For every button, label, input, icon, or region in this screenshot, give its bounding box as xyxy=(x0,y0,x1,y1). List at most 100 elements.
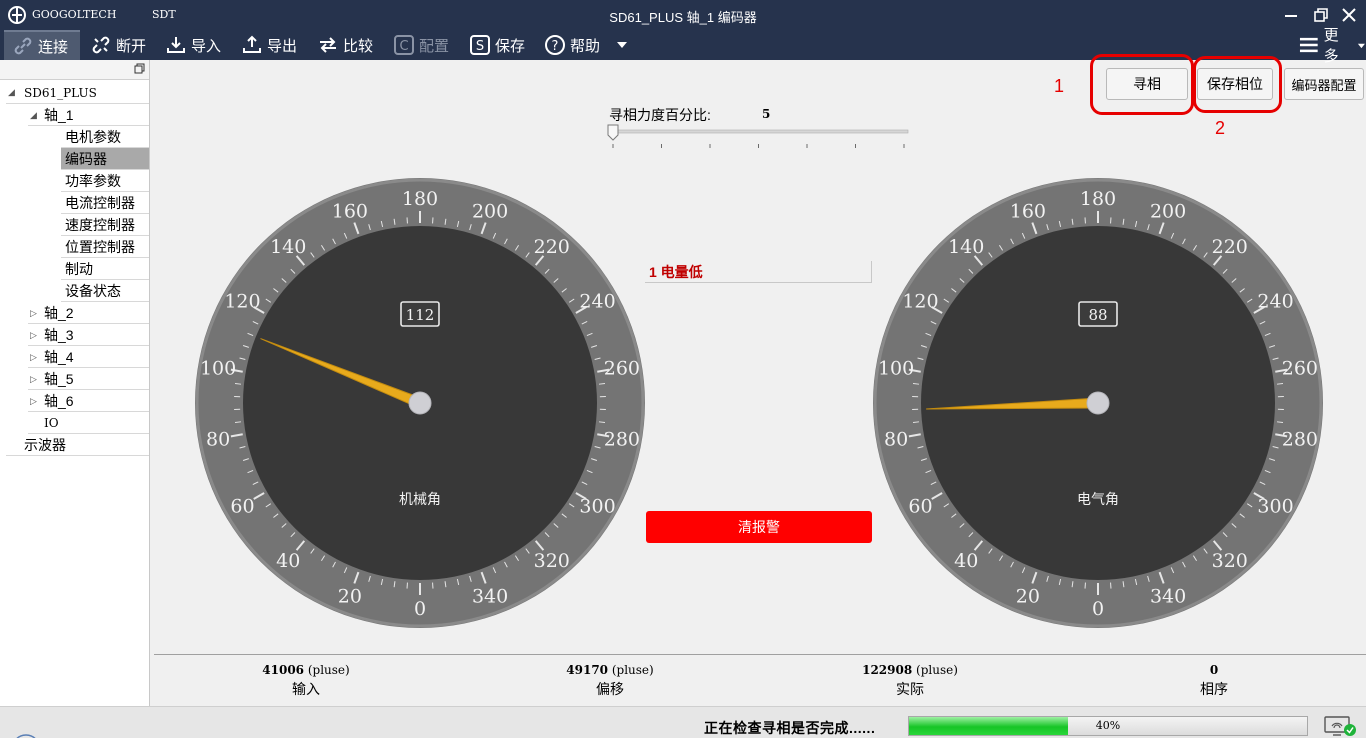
help-button[interactable]: ? 帮助 xyxy=(544,30,600,60)
gauge-scale-label: 60 xyxy=(908,496,932,518)
tree-label-axis1-child: 功率参数 xyxy=(65,173,121,189)
tree-item-axis-2[interactable]: ▷ 轴_2 xyxy=(28,302,149,324)
gauge-scale-label: 20 xyxy=(1016,586,1040,608)
tree-item-axis1-child[interactable]: 电机参数 xyxy=(61,126,149,148)
gauge-tick xyxy=(1276,421,1284,423)
config-label: 配置 xyxy=(419,37,450,55)
tree-item-axis1-child[interactable]: 编码器 xyxy=(61,148,149,170)
progress-text: 40% xyxy=(1095,719,1121,732)
float-panel-icon[interactable] xyxy=(134,63,145,74)
tree-item-sd61-plus[interactable]: ◢ SD61_PLUS xyxy=(6,82,149,104)
stat-actual-unit: (pluse) xyxy=(916,663,958,677)
network-status-icon[interactable] xyxy=(1323,715,1357,737)
gauge-tick xyxy=(912,421,920,423)
gauge-scale-label: 160 xyxy=(1010,200,1046,222)
gauge-scale-label: 60 xyxy=(230,496,254,518)
title-bar: GOOGOLTECH SDT SD61_PLUS 轴_1 编码器 xyxy=(0,0,1366,30)
connect-button[interactable]: 连接 xyxy=(4,30,80,60)
stat-phase-order: 0 相序 xyxy=(1134,663,1294,699)
tree-label-axis-4: 轴_4 xyxy=(44,349,74,365)
stat-offset-label: 偏移 xyxy=(596,681,624,697)
stat-phase-order-value: 0 xyxy=(1209,663,1219,677)
help-icon: ? xyxy=(545,35,565,55)
import-label: 导入 xyxy=(191,37,222,55)
stat-offset: 49170 (pluse) 偏移 xyxy=(530,663,690,699)
alarm-list-item: 1 电量低 xyxy=(645,261,872,283)
disconnect-button[interactable]: 断开 xyxy=(90,30,146,60)
gauge-scale-label: 260 xyxy=(1282,357,1318,379)
toolbar-dropdown-icon[interactable] xyxy=(616,39,628,51)
tree-label-root: SD61_PLUS xyxy=(24,86,97,100)
gauge-label: 电气角 xyxy=(1077,492,1119,508)
gauge-scale-label: 20 xyxy=(338,586,362,608)
stat-phase-order-label: 相序 xyxy=(1200,681,1228,697)
close-icon[interactable] xyxy=(1338,4,1360,26)
annotation-number-1: 1 xyxy=(1054,76,1065,96)
tree-label-axis1-child: 编码器 xyxy=(65,151,107,167)
phase-force-slider[interactable] xyxy=(606,122,912,150)
gauge-tick xyxy=(234,383,242,385)
gauge-label: 机械角 xyxy=(399,492,441,508)
gauge-tick xyxy=(598,383,606,385)
gauge-scale-label: 340 xyxy=(1150,586,1186,608)
phase-progress-bar: 40% xyxy=(908,716,1308,736)
tree-label-axis1-child: 电流控制器 xyxy=(65,195,135,211)
config-button[interactable]: C 配置 xyxy=(393,30,449,60)
compare-button[interactable]: 比较 xyxy=(317,30,373,60)
tree-item-axis1-child[interactable]: 速度控制器 xyxy=(61,214,149,236)
electrical-angle-gauge: 0 20 40 60 80 100 120 140 160 180 200 220 240 260 280 3… xyxy=(873,178,1323,628)
stat-input: 41006 (pluse) 输入 xyxy=(226,663,386,699)
gauge-scale-label: 320 xyxy=(534,550,570,572)
mechanical-angle-gauge: 0 20 40 60 80 100 120 140 160 180 200 220 240 260 280 3… xyxy=(195,178,645,628)
gauge-scale-label: 340 xyxy=(472,586,508,608)
gauge-scale-label: 220 xyxy=(534,236,570,258)
gauge-scale-label: 0 xyxy=(1092,598,1104,620)
svg-text:C: C xyxy=(399,39,408,54)
stat-actual-label: 实际 xyxy=(896,681,924,697)
tree-item-axis1-child[interactable]: 位置控制器 xyxy=(61,236,149,258)
stat-input-unit: (pluse) xyxy=(307,663,350,677)
tree-item-oscilloscope[interactable]: 示波器 xyxy=(6,434,149,456)
broken-link-icon xyxy=(92,36,110,54)
tree-item-io[interactable]: IO xyxy=(28,412,149,434)
tree-item-axis-6[interactable]: ▷ 轴_6 xyxy=(28,390,149,412)
tree-panel-header xyxy=(0,60,149,80)
slider-thumb[interactable] xyxy=(607,124,619,141)
tree-item-axis1-child[interactable]: 功率参数 xyxy=(61,170,149,192)
encoder-config-button[interactable]: 编码器配置 xyxy=(1284,68,1364,100)
stat-actual-value: 122908 xyxy=(862,663,913,677)
save-button[interactable]: S 保存 xyxy=(469,30,525,60)
tree-item-axis-1[interactable]: ◢ 轴_1 xyxy=(28,104,149,126)
gauge-scale-label: 280 xyxy=(604,429,640,451)
tree-item-axis-3[interactable]: ▷ 轴_3 xyxy=(28,324,149,346)
gauge-scale-label: 100 xyxy=(200,357,236,379)
gauge-scale-label: 200 xyxy=(1150,200,1186,222)
import-icon xyxy=(167,37,185,53)
tree-label-axis1-child: 设备状态 xyxy=(65,283,121,299)
restore-icon[interactable] xyxy=(1310,4,1332,26)
gauge-scale-label: 120 xyxy=(902,291,938,313)
tree-item-axis-5[interactable]: ▷ 轴_5 xyxy=(28,368,149,390)
help-label: 帮助 xyxy=(570,37,601,55)
gauge-scale-label: 260 xyxy=(604,357,640,379)
gauge-scale-label: 220 xyxy=(1212,236,1248,258)
import-button[interactable]: 导入 xyxy=(165,30,221,60)
tree-item-axis1-child[interactable]: 设备状态 xyxy=(61,280,149,302)
tree-item-axis1-child[interactable]: 制动 xyxy=(61,258,149,280)
gauge-scale-label: 240 xyxy=(1257,291,1293,313)
svg-text:S: S xyxy=(476,39,484,54)
tree-item-axis-4[interactable]: ▷ 轴_4 xyxy=(28,346,149,368)
minimize-icon[interactable] xyxy=(1280,4,1302,26)
save-label: 保存 xyxy=(495,37,526,55)
more-button[interactable]: 更多 xyxy=(1298,27,1366,65)
tree-label-axis-3: 轴_3 xyxy=(44,327,74,343)
tree-item-axis1-child[interactable]: 电流控制器 xyxy=(61,192,149,214)
gauge-tick xyxy=(598,421,606,423)
tree-label-axis1-child: 位置控制器 xyxy=(65,239,135,255)
clear-alarm-button[interactable]: 清报警 xyxy=(646,511,872,543)
gauge-hub xyxy=(1086,391,1110,415)
stat-actual: 122908 (pluse) 实际 xyxy=(830,663,990,699)
more-caret-icon xyxy=(1358,43,1366,48)
annotation-oval-1 xyxy=(1090,54,1194,115)
export-button[interactable]: 导出 xyxy=(241,30,297,60)
